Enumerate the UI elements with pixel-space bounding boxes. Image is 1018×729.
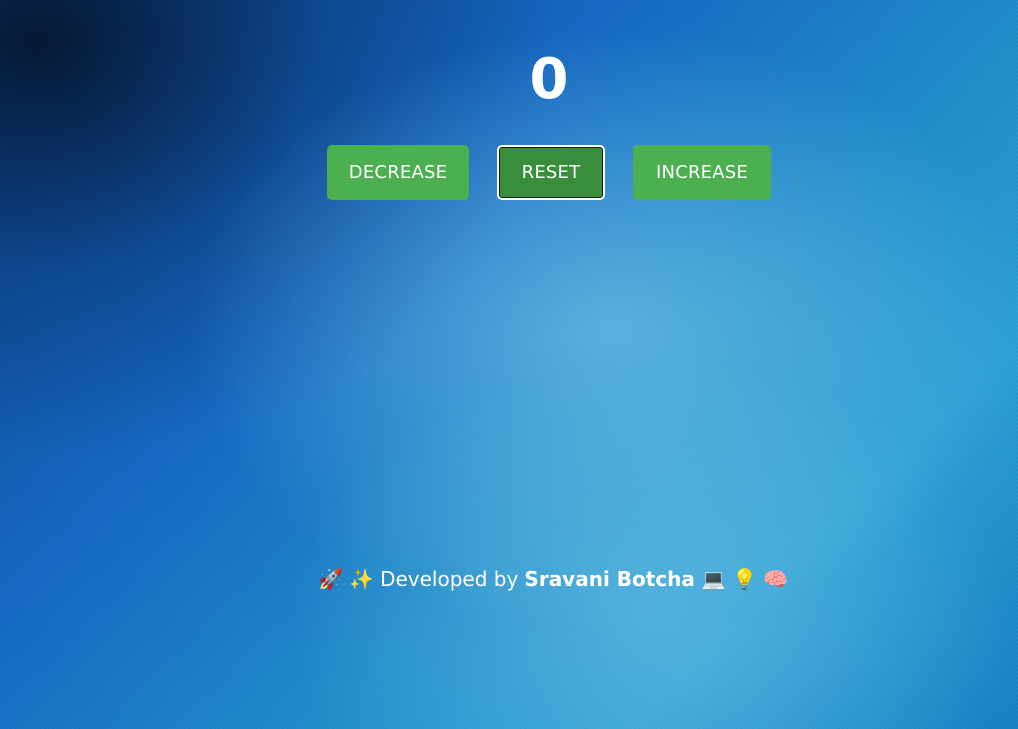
- author-name: Sravani Botcha: [524, 567, 695, 591]
- counter-value: 0: [529, 47, 569, 112]
- footer-credit: 🚀 ✨ Developed by Sravani Botcha 💻 💡 🧠: [318, 564, 788, 594]
- sparkles-icon: ✨: [349, 567, 374, 591]
- footer-prefix: Developed by: [380, 567, 519, 591]
- laptop-icon: 💻: [701, 567, 726, 591]
- lightbulb-icon: 💡: [732, 567, 757, 591]
- decrease-button[interactable]: DECREASE: [327, 145, 469, 200]
- reset-button[interactable]: RESET: [497, 145, 605, 200]
- rocket-icon: 🚀: [318, 567, 343, 591]
- increase-button[interactable]: INCREASE: [633, 145, 771, 200]
- brain-icon: 🧠: [763, 567, 789, 591]
